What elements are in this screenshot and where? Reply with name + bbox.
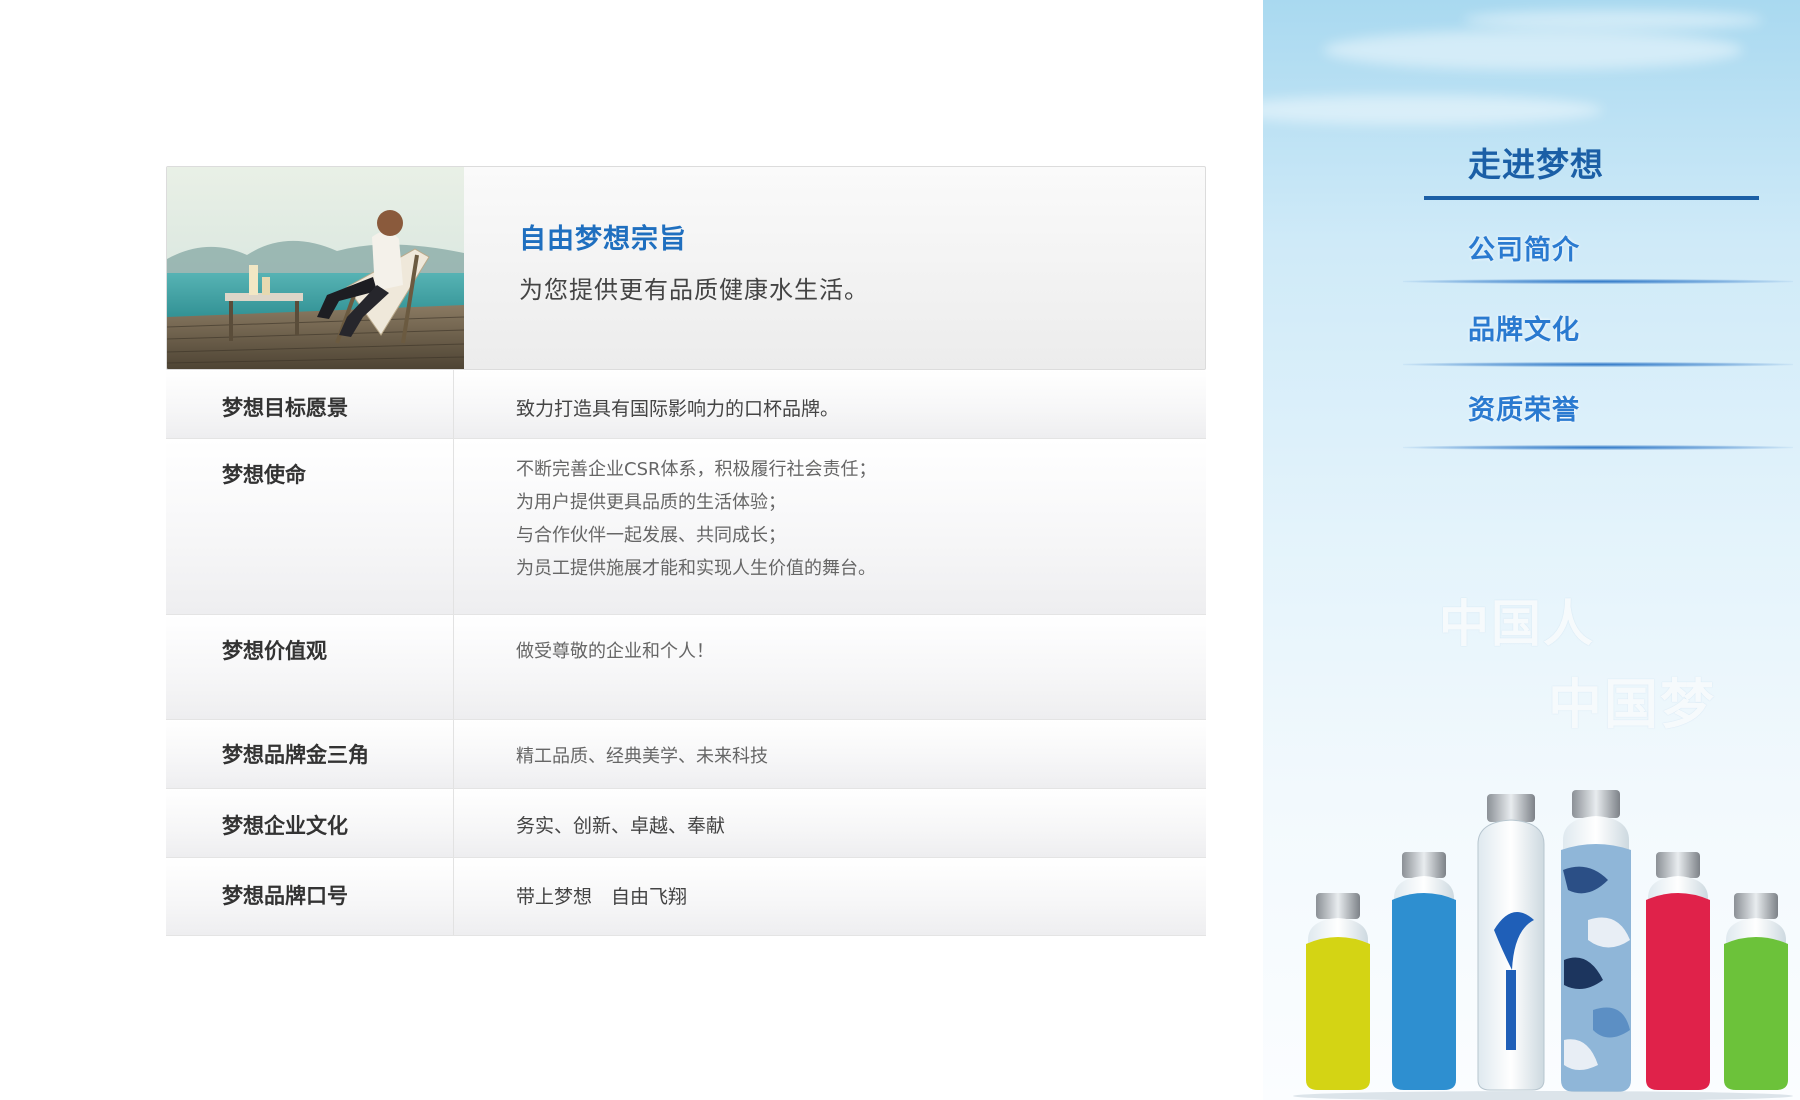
- nav-divider: [1403, 279, 1793, 284]
- list-item: 为用户提供更具品质的生活体验；: [516, 492, 786, 513]
- row-label: 梦想品牌口号: [222, 884, 348, 908]
- table-row-values: 梦想价值观 做受尊敬的企业和个人！: [166, 615, 1206, 720]
- slogan-line-2: 中国梦: [1548, 673, 1716, 736]
- row-value: 精工品质、经典美学、未来科技: [516, 746, 768, 767]
- mission-title: 自由梦想宗旨: [519, 224, 687, 255]
- list-item: 为员工提供施展才能和实现人生价值的舞台。: [516, 558, 876, 579]
- sidebar: 走进梦想 公司简介 品牌文化 资质荣誉 中国人 中国梦: [1263, 0, 1800, 1100]
- row-label: 梦想价值观: [222, 639, 327, 663]
- row-label: 梦想品牌金三角: [222, 743, 369, 767]
- bottle-clear: [1477, 794, 1545, 1091]
- brand-culture-panel: 自由梦想宗旨 为您提供更有品质健康水生活。 梦想目标愿景 致力打造具有国际影响力…: [166, 166, 1206, 936]
- bottle-yellow: [1306, 893, 1370, 1090]
- table-row-vision: 梦想目标愿景 致力打造具有国际影响力的口杯品牌。: [166, 370, 1206, 439]
- list-item: 与合作伙伴一起发展、共同成长；: [516, 525, 786, 546]
- slogan-line-1: 中国人: [1439, 595, 1595, 653]
- table-row-mission: 梦想使命 不断完善企业CSR体系，积极履行社会责任； 为用户提供更具品质的生活体…: [166, 439, 1206, 615]
- bottle-red: [1646, 852, 1710, 1090]
- sidebar-item-company-profile[interactable]: 公司简介: [1468, 228, 1580, 267]
- relaxing-man-photo: [167, 167, 464, 369]
- row-label: 梦想目标愿景: [222, 396, 348, 420]
- bottle-green: [1724, 893, 1788, 1090]
- sidebar-item-honors[interactable]: 资质荣誉: [1468, 388, 1580, 427]
- row-value-list: 不断完善企业CSR体系，积极履行社会责任； 为用户提供更具品质的生活体验； 与合…: [516, 453, 877, 585]
- table-row-culture: 梦想企业文化 务实、创新、卓越、奉献: [166, 789, 1206, 858]
- bottle-camo: [1561, 790, 1631, 1092]
- sidebar-title: 走进梦想: [1468, 145, 1604, 184]
- table-row-slogan: 梦想品牌口号 带上梦想 自由飞翔: [166, 858, 1206, 936]
- row-value: 做受尊敬的企业和个人！: [516, 641, 714, 662]
- row-value: 带上梦想 自由飞翔: [516, 886, 688, 908]
- nav-divider: [1403, 445, 1793, 450]
- list-item: 不断完善企业CSR体系，积极履行社会责任；: [516, 459, 877, 480]
- sidebar-title-underline: [1424, 196, 1759, 200]
- bottle-lineup-image: [1293, 790, 1793, 1100]
- nav-divider: [1403, 362, 1793, 367]
- table-row-triangle: 梦想品牌金三角 精工品质、经典美学、未来科技: [166, 720, 1206, 789]
- mission-banner: 自由梦想宗旨 为您提供更有品质健康水生活。: [166, 166, 1206, 370]
- row-label: 梦想企业文化: [222, 814, 348, 838]
- row-label: 梦想使命: [222, 463, 306, 487]
- mission-subtitle: 为您提供更有品质健康水生活。: [519, 276, 869, 304]
- bottle-blue: [1392, 852, 1456, 1090]
- row-value: 务实、创新、卓越、奉献: [516, 815, 726, 837]
- sidebar-item-brand-culture[interactable]: 品牌文化: [1468, 308, 1580, 347]
- row-value: 致力打造具有国际影响力的口杯品牌。: [516, 398, 840, 420]
